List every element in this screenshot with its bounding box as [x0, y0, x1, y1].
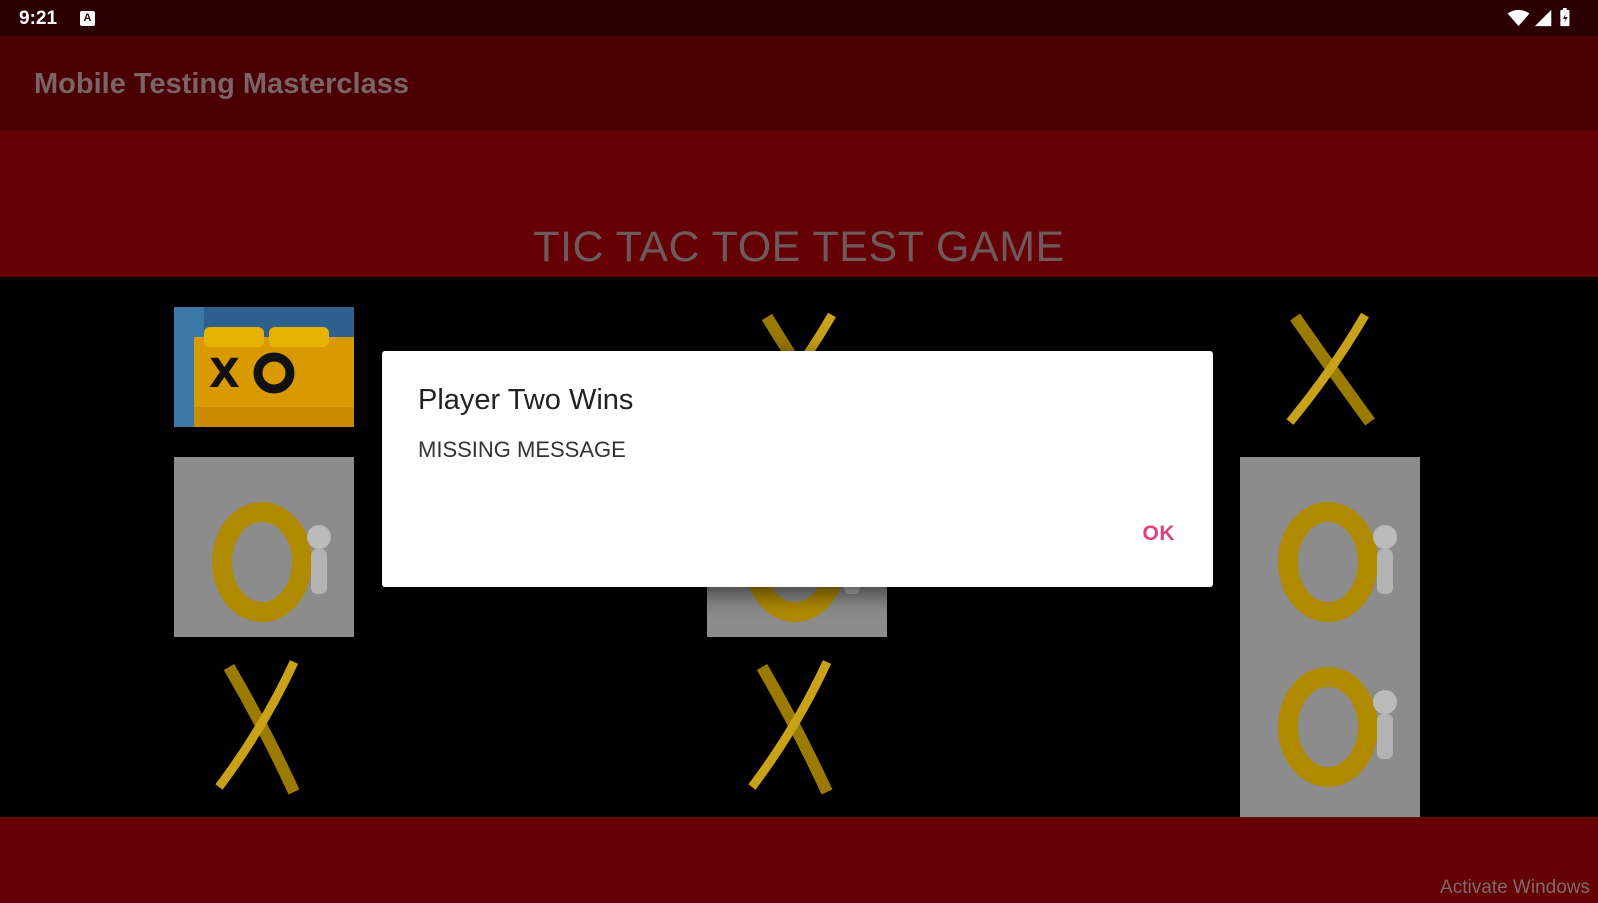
- xo-logo-image: X: [174, 307, 354, 427]
- svg-text:X: X: [209, 351, 240, 397]
- game-title: TIC TAC TOE TEST GAME: [533, 223, 1065, 271]
- activate-windows-watermark: Activate Windows: [1440, 877, 1590, 898]
- status-bar: 9:21 A: [0, 0, 1598, 36]
- o-icon: [1278, 667, 1397, 787]
- board-cell-4[interactable]: [174, 457, 354, 637]
- status-time: 9:21: [19, 8, 58, 29]
- board-cell-8[interactable]: [707, 637, 887, 817]
- app-title: Mobile Testing Masterclass: [34, 68, 409, 100]
- board-cell-6[interactable]: [1240, 457, 1420, 637]
- battery-icon: [1560, 8, 1570, 27]
- status-icons: [1507, 8, 1570, 27]
- game-banner: TIC TAC TOE TEST GAME: [0, 131, 1598, 277]
- x-icon: [215, 660, 300, 795]
- board-cell-3[interactable]: [1240, 307, 1420, 427]
- app-bar: Mobile Testing Masterclass: [0, 36, 1598, 131]
- board-cell-7[interactable]: [174, 637, 354, 817]
- x-icon: [748, 660, 833, 795]
- x-icon: [1286, 312, 1375, 426]
- wifi-icon: [1507, 9, 1530, 27]
- board-cell-9[interactable]: [1240, 637, 1420, 817]
- win-dialog: Player Two Wins MISSING MESSAGE OK: [382, 351, 1213, 587]
- dialog-message: MISSING MESSAGE: [418, 437, 626, 462]
- a-icon: A: [80, 11, 95, 26]
- o-icon: [1278, 502, 1397, 622]
- dialog-title: Player Two Wins: [418, 384, 634, 416]
- ok-button[interactable]: OK: [1143, 522, 1176, 546]
- board-cell-1[interactable]: X: [174, 307, 354, 427]
- bottom-bar: Activate Windows: [0, 817, 1598, 903]
- o-icon: [212, 502, 331, 622]
- signal-icon: [1534, 9, 1552, 27]
